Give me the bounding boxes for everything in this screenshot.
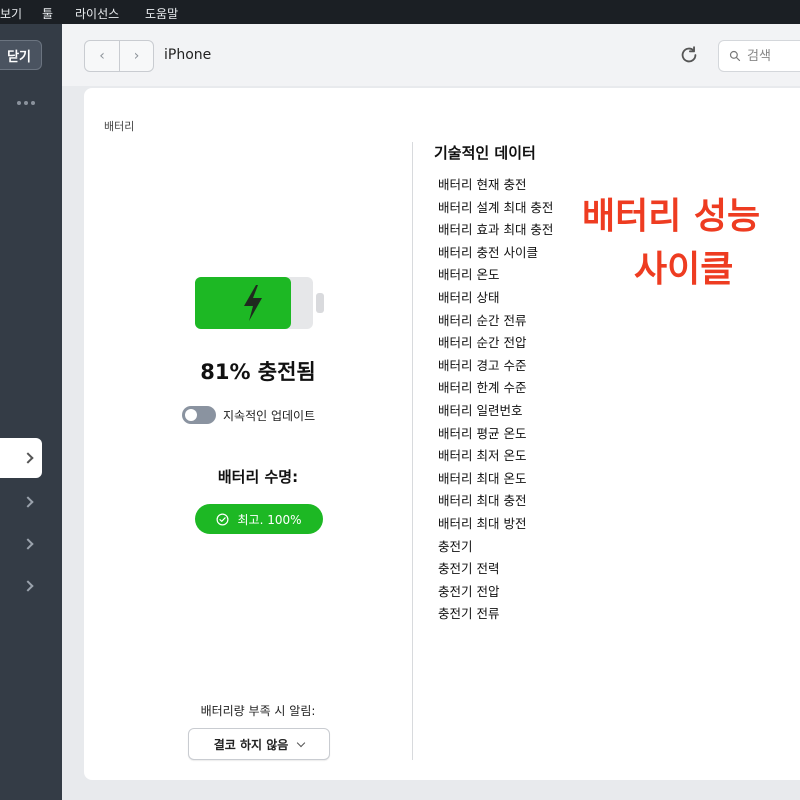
search-icon — [729, 50, 741, 62]
tech-data-item: 충전기 — [438, 538, 473, 554]
back-button[interactable]: ‹ — [85, 41, 119, 71]
tech-data-item: 배터리 순간 전류 — [438, 312, 527, 328]
overlay-line-1: 배터리 성능 — [582, 196, 761, 237]
tech-data-item: 배터리 상태 — [438, 289, 500, 305]
sidebar: 닫기 — [0, 24, 62, 800]
tech-data-item: 배터리 일련번호 — [438, 402, 523, 418]
chevron-right-icon — [22, 580, 34, 592]
toolbar: ‹ › iPhone — [62, 24, 800, 86]
section-title: 배터리 — [104, 120, 135, 133]
continuous-update-toggle[interactable] — [182, 406, 216, 424]
search-input[interactable] — [747, 48, 800, 64]
sidebar-item[interactable] — [0, 524, 42, 564]
tech-data-item: 배터리 효과 최대 충전 — [438, 222, 554, 238]
sidebar-item[interactable] — [0, 482, 42, 522]
column-divider — [412, 142, 413, 760]
charge-status: 81% 충전됨 — [200, 360, 316, 384]
tech-data-item: 배터리 평균 온도 — [438, 425, 527, 441]
check-circle-icon — [216, 513, 229, 525]
menu-view[interactable]: 보기 — [0, 5, 22, 22]
main-area: ‹ › iPhone 배터리 81% 충전됨 지속적인 업데이트 — [62, 24, 800, 800]
chevron-right-icon — [22, 538, 34, 550]
tech-data-item: 배터리 온도 — [438, 267, 500, 283]
toggle-label: 지속적인 업데이트 — [223, 408, 316, 423]
menu-bar: 보기 툴 라이선스 도움말 — [0, 0, 800, 24]
tech-data-item: 배터리 설계 최대 충전 — [438, 199, 554, 215]
tech-data-item: 충전기 전력 — [438, 561, 500, 577]
tech-data-item: 배터리 최대 방전 — [438, 515, 527, 531]
overlay-annotation: 배터리 성능 사이클 — [582, 190, 800, 296]
forward-button[interactable]: › — [118, 41, 153, 71]
tech-data-item: 배터리 경고 수준 — [438, 357, 527, 373]
overlay-line-2: 사이클 — [634, 249, 734, 290]
menu-tools[interactable]: 툴 — [42, 5, 53, 22]
health-label: 최고. 100% — [237, 512, 302, 527]
chevron-right-icon — [22, 452, 34, 464]
tech-data-list: 배터리 현재 충전배터리 설계 최대 충전배터리 효과 최대 충전배터리 충전 … — [438, 174, 553, 626]
battery-icon — [195, 277, 324, 329]
chevron-right-icon — [22, 496, 34, 508]
sidebar-item[interactable] — [0, 566, 42, 606]
low-battery-alert-select[interactable]: 결코 하지 않음 — [188, 728, 330, 760]
tech-data-item: 배터리 순간 전압 — [438, 335, 527, 351]
tech-data-item: 배터리 충전 사이클 — [438, 244, 538, 260]
nav-buttons: ‹ › — [84, 40, 154, 72]
tech-data-title: 기술적인 데이터 — [434, 144, 536, 162]
device-title: iPhone — [164, 47, 212, 63]
tech-data-item: 배터리 한계 수준 — [438, 380, 527, 396]
low-battery-alert-label: 배터리량 부족 시 알림: — [200, 704, 316, 718]
tech-data-item: 충전기 전류 — [438, 606, 500, 622]
sidebar-item-selected[interactable] — [0, 438, 42, 478]
tech-data-item: 충전기 전압 — [438, 583, 500, 599]
battery-life-title: 배터리 수명: — [217, 468, 299, 486]
tech-data-item: 배터리 최저 온도 — [438, 448, 527, 464]
more-icon[interactable] — [17, 98, 37, 108]
chevron-down-icon — [297, 738, 306, 747]
close-button[interactable]: 닫기 — [0, 40, 42, 70]
continuous-update-row: 지속적인 업데이트 — [182, 406, 315, 424]
search-box[interactable] — [718, 40, 800, 72]
refresh-icon[interactable] — [678, 44, 700, 66]
tech-data-item: 배터리 현재 충전 — [438, 177, 527, 192]
health-badge: 최고. 100% — [195, 504, 323, 534]
alert-select-value: 결코 하지 않음 — [213, 737, 289, 752]
tech-data-item: 배터리 최대 온도 — [438, 470, 527, 486]
menu-license[interactable]: 라이선스 — [75, 5, 119, 22]
tech-data-item: 배터리 최대 충전 — [438, 493, 527, 509]
menu-help[interactable]: 도움말 — [145, 5, 178, 22]
